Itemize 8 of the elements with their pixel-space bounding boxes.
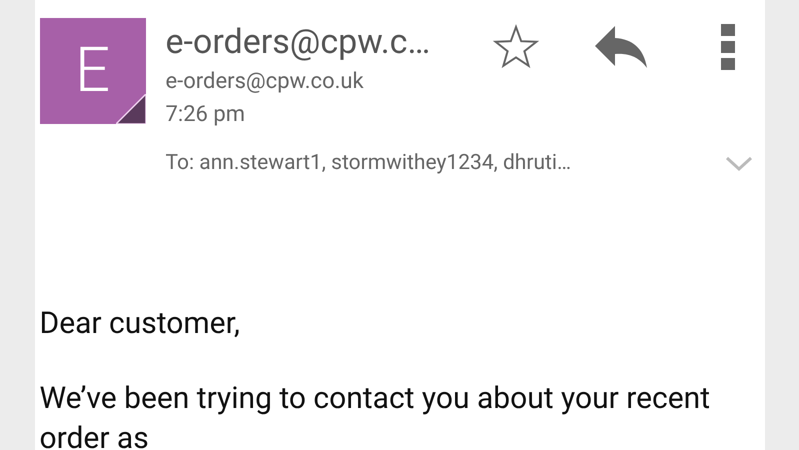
message-time: 7:26 pm (166, 101, 246, 129)
sender-name: e-orders@cpw.c… (166, 21, 432, 64)
message-paragraph: We’ve been trying to contact you about your recent order as (40, 380, 712, 450)
more-options-icon[interactable] (720, 22, 734, 72)
sender-email: e-orders@cpw.co.uk (166, 68, 365, 96)
message-paragraph: Dear customer, (40, 304, 241, 342)
sender-avatar: E (40, 18, 146, 124)
recipients-list: To: ann.stewart1, stormwithey1234, dhruti… (166, 148, 572, 180)
